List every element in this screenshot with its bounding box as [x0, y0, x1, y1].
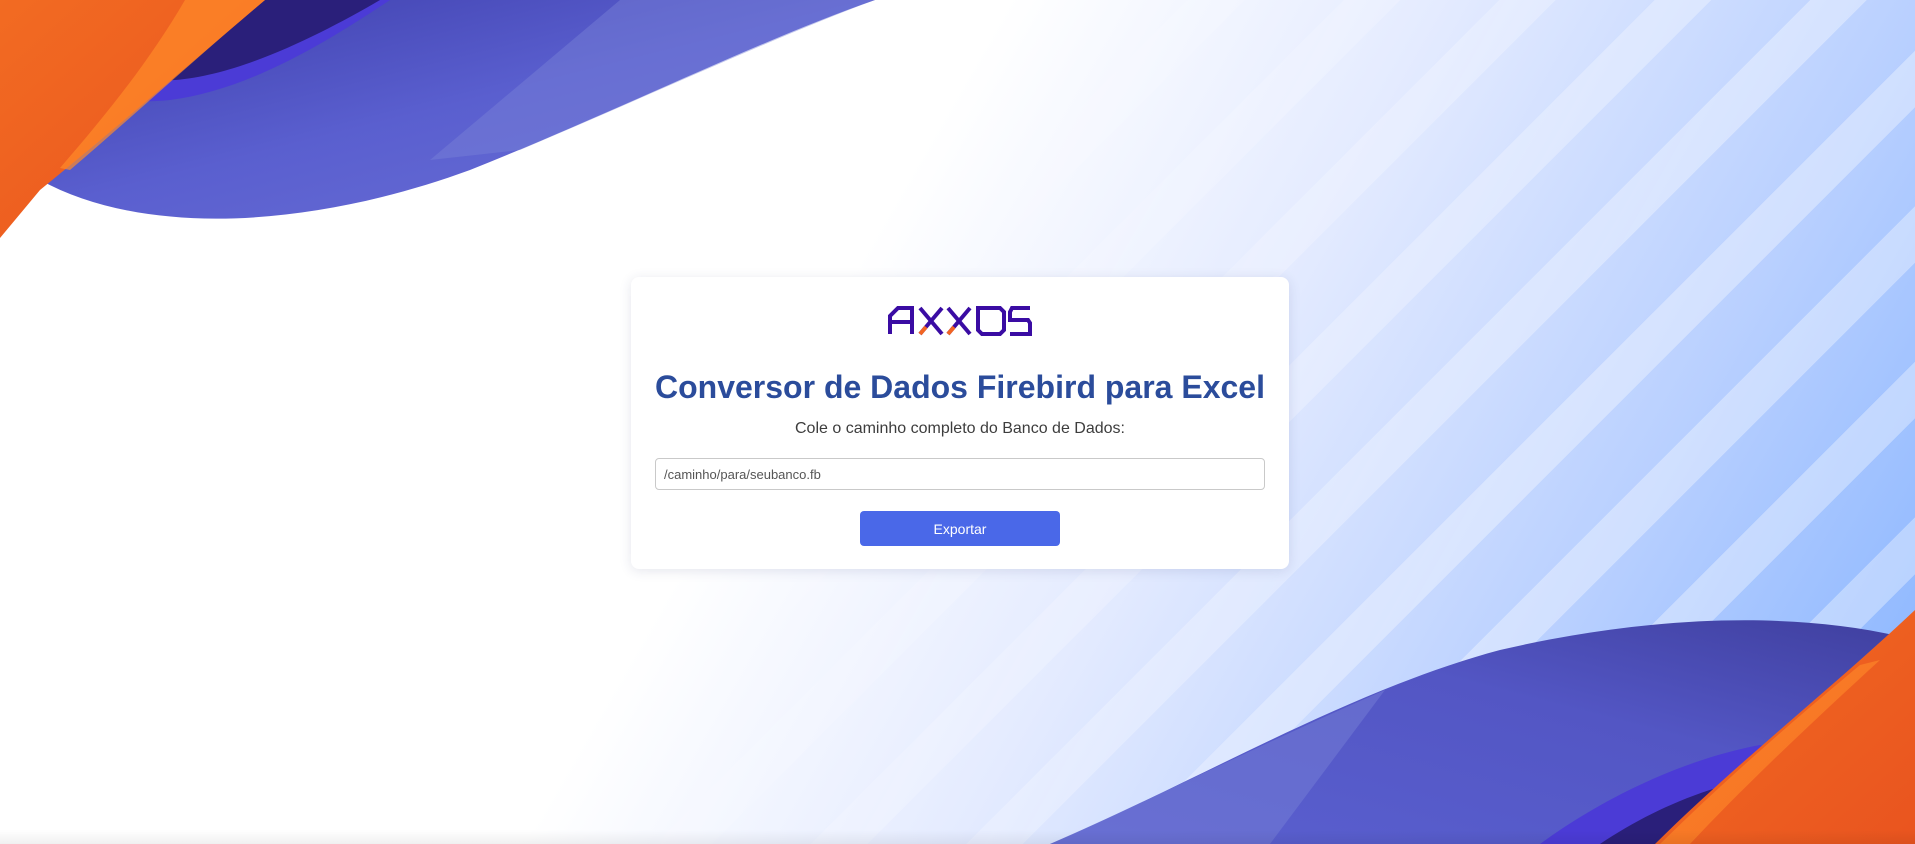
page-title: Conversor de Dados Firebird para Excel [655, 369, 1265, 405]
database-path-input[interactable] [655, 458, 1265, 490]
axxos-logo [888, 306, 1032, 336]
path-instruction: Cole o caminho completo do Banco de Dado… [795, 420, 1125, 437]
export-button[interactable]: Exportar [860, 511, 1060, 546]
export-card: Conversor de Dados Firebird para Excel C… [631, 277, 1289, 569]
page-background: Conversor de Dados Firebird para Excel C… [0, 0, 1915, 844]
bottom-edge-shadow [0, 830, 1915, 844]
